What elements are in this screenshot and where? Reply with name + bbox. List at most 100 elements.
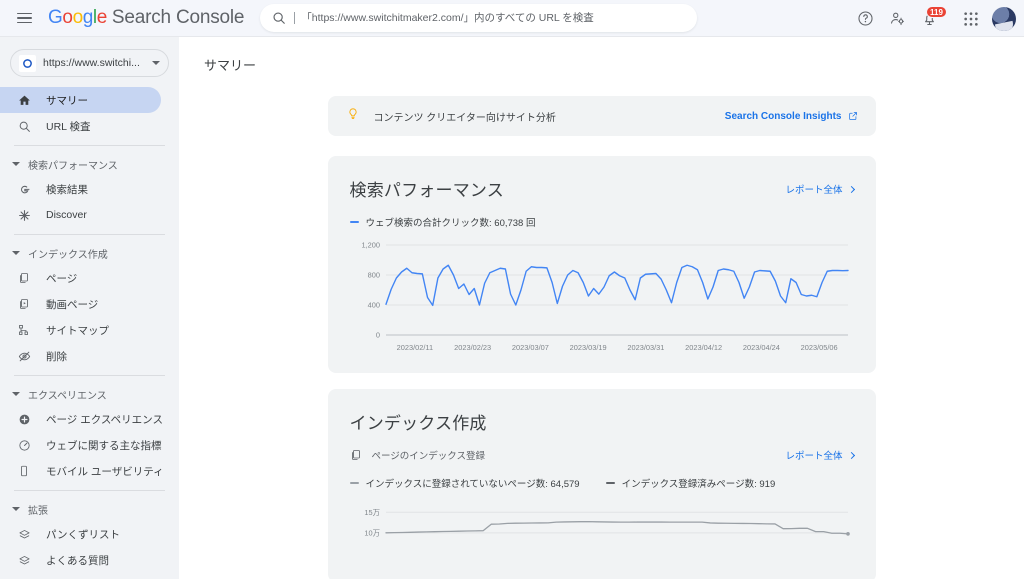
main-content: サマリー コンテンツ クリエイター向けサイト分析 Search Console … xyxy=(179,37,1024,579)
video-pages-icon xyxy=(16,296,32,312)
core-web-vitals-icon xyxy=(16,437,32,453)
chevron-down-icon xyxy=(12,392,20,396)
card-header: インデックス作成 xyxy=(350,409,854,434)
sidebar-item-label: 動画ページ xyxy=(46,298,99,311)
sidebar-item-sitemaps[interactable]: サイトマップ xyxy=(0,317,161,343)
sidebar-item-mobile-usability[interactable]: モバイル ユーザビリティ xyxy=(0,458,164,484)
account-settings-icon[interactable] xyxy=(882,4,912,34)
faq-icon xyxy=(16,552,32,568)
legend-label: インデックスに登録されていないページ数: 64,579 xyxy=(365,479,580,490)
search-console-insights-link[interactable]: Search Console Insights xyxy=(725,111,858,122)
lightbulb-icon xyxy=(346,107,360,126)
sitemap-icon xyxy=(16,322,32,338)
sidebar-item-label: URL 検査 xyxy=(46,120,91,133)
sidebar-item-label: サイトマップ xyxy=(46,324,109,337)
sidebar-item-search-results[interactable]: 検索結果 xyxy=(0,176,161,202)
card-header: 検索パフォーマンス レポート全体 xyxy=(349,176,855,201)
sidebar-item-url-inspection[interactable]: URL 検査 xyxy=(0,113,161,139)
search-bar[interactable] xyxy=(260,4,698,32)
top-bar-actions: 119 xyxy=(850,0,1016,37)
insights-link-label: Search Console Insights xyxy=(724,110,842,122)
property-icon xyxy=(19,54,36,72)
svg-text:400: 400 xyxy=(367,301,379,310)
sidebar-item-breadcrumbs[interactable]: パンくずリスト xyxy=(0,521,161,547)
svg-text:2023/02/11: 2023/02/11 xyxy=(396,343,432,352)
indexing-subheader: ページのインデックス登録 レポート全体 xyxy=(350,448,855,462)
sidebar-item-label: Discover xyxy=(46,209,87,221)
sidebar-item-label: 検索結果 xyxy=(46,183,88,196)
avatar[interactable] xyxy=(992,6,1016,31)
insights-banner-text: コンテンツ クリエイター向けサイト分析 xyxy=(373,112,556,124)
chevron-down-icon xyxy=(12,507,20,511)
legend-indexed: インデックス登録済みページ数: 919 xyxy=(605,476,775,490)
card-title: インデックス作成 xyxy=(349,414,487,433)
sidebar-item-label: モバイル ユーザビリティ xyxy=(46,465,164,478)
sidebar-group-enhancements[interactable]: 拡張 xyxy=(0,497,179,521)
svg-text:2023/04/24: 2023/04/24 xyxy=(742,343,779,352)
sidebar-divider xyxy=(14,375,165,376)
sidebar-item-summary[interactable]: サマリー xyxy=(0,87,161,113)
indexing-full-report-link[interactable]: レポート全体 xyxy=(785,448,855,462)
indexing-subtitle: ページのインデックス登録 xyxy=(350,448,485,462)
brand: Google Search Console xyxy=(48,7,244,29)
property-selector[interactable]: https://www.switchi... xyxy=(10,49,169,77)
apps-grid-icon[interactable] xyxy=(956,4,986,34)
svg-text:2023/04/12: 2023/04/12 xyxy=(685,343,722,352)
svg-text:2023/03/31: 2023/03/31 xyxy=(627,343,664,352)
sidebar-item-faq[interactable]: よくある質問 xyxy=(0,547,161,573)
external-link-icon xyxy=(848,112,857,120)
removals-icon xyxy=(16,348,32,364)
sidebar-item-label: ページ xyxy=(46,272,78,285)
notifications-icon[interactable]: 119 xyxy=(914,4,947,34)
sidebar-divider xyxy=(14,234,165,235)
chevron-right-icon xyxy=(847,185,855,193)
search-performance-card: 検索パフォーマンス レポート全体 ウェブ検索の合計クリック数: 60,738 回… xyxy=(327,156,876,373)
sidebar: https://www.switchi... サマリー URL 検査 検索パフォ… xyxy=(0,37,179,579)
sidebar-group-label: エクスペリエンス xyxy=(28,390,107,402)
indexing-card: インデックス作成 ページのインデックス登録 レポート全体 インデックスに登録され… xyxy=(327,389,876,579)
pages-icon xyxy=(16,270,32,286)
sidebar-item-video-pages[interactable]: 動画ページ xyxy=(0,291,161,317)
card-title: 検索パフォーマンス xyxy=(349,181,504,200)
legend-not-indexed: インデックスに登録されていないページ数: 64,579 xyxy=(349,476,580,490)
page-title: サマリー xyxy=(204,58,257,73)
help-icon[interactable] xyxy=(850,4,880,34)
svg-text:2023/03/07: 2023/03/07 xyxy=(511,343,548,352)
performance-full-report-link[interactable]: レポート全体 xyxy=(785,182,855,196)
sidebar-item-label: パンくずリスト xyxy=(46,528,121,541)
sidebar-group-search-performance[interactable]: 検索パフォーマンス xyxy=(0,152,179,176)
google-g-icon xyxy=(16,181,32,197)
sidebar-group-label: 検索パフォーマンス xyxy=(28,160,118,172)
svg-text:2023/02/23: 2023/02/23 xyxy=(454,343,491,352)
sidebar-item-core-web-vitals[interactable]: ウェブに関する主な指標 xyxy=(0,432,162,458)
search-icon xyxy=(16,118,32,134)
sidebar-group-experience[interactable]: エクスペリエンス xyxy=(0,382,179,406)
indexing-line-chart: 10万 15万 xyxy=(364,508,850,537)
performance-chart: 0 400 800 1,200 2023/02/11 2023/02/23 2023/03/… xyxy=(350,239,854,357)
insights-banner: コンテンツ クリエイター向けサイト分析 Search Console Insig… xyxy=(327,96,876,136)
legend-swatch xyxy=(349,220,359,224)
legend-swatch xyxy=(605,481,615,485)
legend-total-clicks: ウェブ検索の合計クリック数: 60,738 回 xyxy=(349,215,536,229)
indexing-legend: インデックスに登録されていないページ数: 64,579 インデックス登録済みペー… xyxy=(349,476,854,490)
sidebar-item-page-experience[interactable]: ページ エクスペリエンス xyxy=(0,406,163,432)
legend-label: ウェブ検索の合計クリック数: 60,738 回 xyxy=(365,218,536,229)
full-report-label: レポート全体 xyxy=(785,185,843,196)
sidebar-group-label: インデックス作成 xyxy=(28,249,108,261)
menu-icon[interactable] xyxy=(6,0,42,36)
performance-line-chart: 0 400 800 1,200 2023/02/11 2023/02/23 2023/03/… xyxy=(361,241,849,352)
svg-text:1,200: 1,200 xyxy=(361,241,380,250)
property-name: https://www.switchi... xyxy=(43,57,140,69)
chevron-right-icon xyxy=(847,451,855,459)
product-name: Search Console xyxy=(111,7,245,28)
sidebar-item-removals[interactable]: 削除 xyxy=(0,343,161,369)
svg-text:2023/05/06: 2023/05/06 xyxy=(800,343,837,352)
discover-icon xyxy=(16,207,32,223)
svg-text:15万: 15万 xyxy=(364,508,380,517)
svg-text:10万: 10万 xyxy=(364,528,380,537)
notification-count-badge: 119 xyxy=(926,5,947,18)
sidebar-item-pages[interactable]: ページ xyxy=(0,265,161,291)
sidebar-item-discover[interactable]: Discover xyxy=(0,202,161,228)
sidebar-group-indexing[interactable]: インデックス作成 xyxy=(0,241,179,265)
search-input[interactable] xyxy=(294,12,686,24)
